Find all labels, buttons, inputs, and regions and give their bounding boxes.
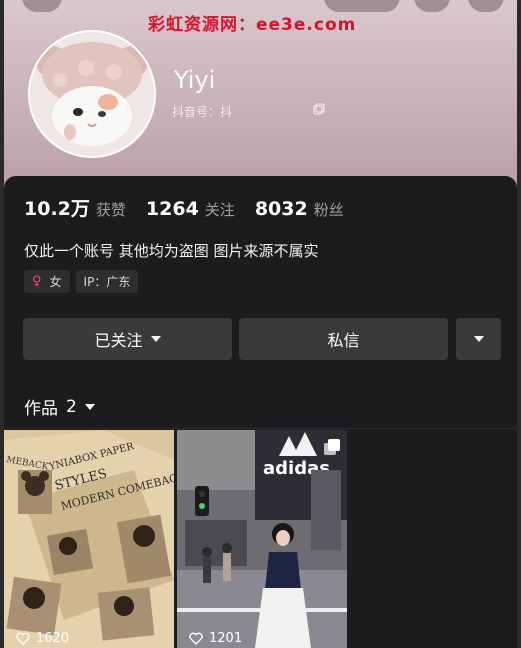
profile-header: Yiyi 抖音号：抖 彩虹资源网：ee3e.com xyxy=(4,0,517,190)
likes-count: 1620 xyxy=(36,631,70,646)
top-action-button[interactable] xyxy=(414,0,450,12)
gender-tag: ♀ 女 xyxy=(24,270,70,293)
caret-down-icon xyxy=(84,403,95,410)
stat-followers[interactable]: 8032 粉丝 xyxy=(255,198,344,220)
stat-likes[interactable]: 10.2万 获赞 xyxy=(24,194,126,221)
multi-image-icon xyxy=(324,439,340,455)
stat-label: 获赞 xyxy=(95,201,126,219)
stat-value: 1264 xyxy=(145,198,199,220)
caret-down-icon xyxy=(473,336,484,342)
stat-value: 8032 xyxy=(254,198,308,220)
watermark: 彩虹资源网：ee3e.com xyxy=(148,15,357,35)
username: Yiyi xyxy=(174,66,216,94)
post-thumbnail[interactable]: YNIABOX PAPER STYLES MODERN COMEBACK MEB… xyxy=(4,430,174,648)
newspaper-collage-image: YNIABOX PAPER STYLES MODERN COMEBACK MEB… xyxy=(4,430,174,648)
copy-icon[interactable] xyxy=(313,103,325,115)
message-button-label: 私信 xyxy=(327,331,360,350)
works-grid: YNIABOX PAPER STYLES MODERN COMEBACK MEB… xyxy=(4,430,350,648)
post-likes: 1201 xyxy=(189,631,242,646)
cat-avatar-image xyxy=(30,32,154,156)
douyin-id: 抖音号：抖 xyxy=(172,105,233,119)
following-button-label: 已关注 xyxy=(94,331,143,350)
heart-icon xyxy=(16,632,30,645)
profile-content: 10.2万 获赞 1264 关注 8032 粉丝 仅此一个账号 其他均为盗图 图… xyxy=(4,176,517,648)
heart-icon xyxy=(189,632,203,645)
ip-location-label: IP：广东 xyxy=(83,275,131,289)
message-button[interactable]: 私信 xyxy=(239,318,448,360)
street-photo-image: adidas xyxy=(177,430,347,648)
gender-female-icon: ♀ xyxy=(32,274,42,289)
more-actions-button[interactable] xyxy=(456,318,501,360)
caret-down-icon xyxy=(150,336,161,342)
tab-works[interactable]: 作品 2 xyxy=(24,394,95,419)
bio-text: 仅此一个账号 其他均为盗图 图片来源不属实 xyxy=(24,242,319,260)
post-thumbnail[interactable]: adidas 1201 xyxy=(177,430,347,648)
works-count: 2 xyxy=(66,396,77,417)
profile-tags: ♀ 女 IP：广东 xyxy=(24,270,144,293)
stats-row: 10.2万 获赞 1264 关注 8032 粉丝 xyxy=(24,194,364,221)
avatar[interactable] xyxy=(28,30,156,158)
back-button[interactable] xyxy=(22,0,62,12)
stat-following[interactable]: 1264 关注 xyxy=(146,198,235,220)
likes-count: 1201 xyxy=(209,631,243,646)
works-label: 作品 xyxy=(24,399,58,419)
gender-label: 女 xyxy=(49,275,62,289)
page-edge-right xyxy=(517,0,521,648)
stat-label: 粉丝 xyxy=(313,201,344,219)
post-likes: 1620 xyxy=(16,631,69,646)
ip-location-tag: IP：广东 xyxy=(75,270,139,293)
stat-label: 关注 xyxy=(204,201,235,219)
divider xyxy=(4,428,517,429)
following-button[interactable]: 已关注 xyxy=(23,318,232,360)
stat-value: 10.2万 xyxy=(24,198,90,220)
more-options-button[interactable] xyxy=(468,0,504,12)
